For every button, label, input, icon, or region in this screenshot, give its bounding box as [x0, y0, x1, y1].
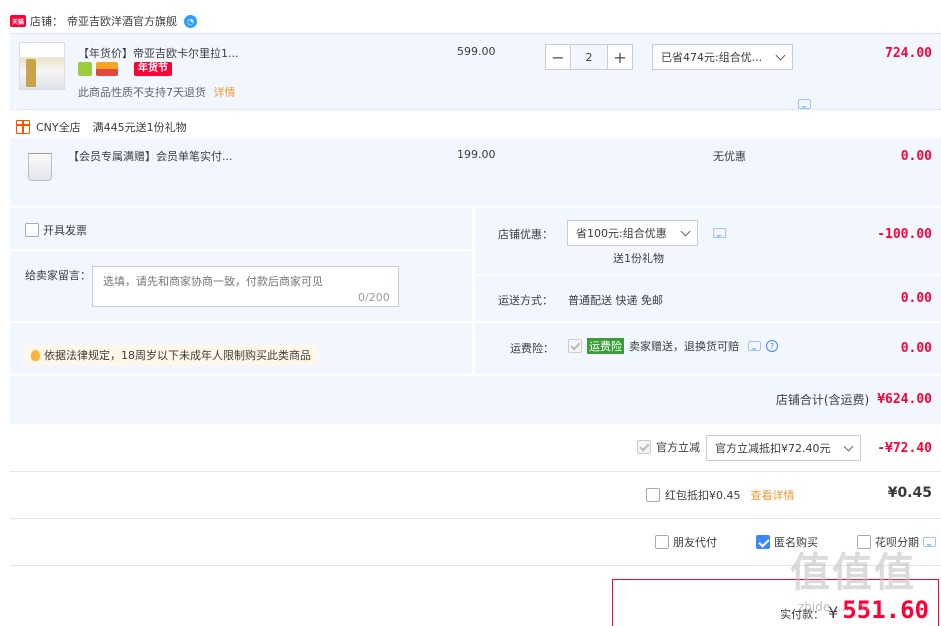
gift-section-header: CNY全店 满445元送1份礼物: [16, 119, 187, 135]
shop-discount-select[interactable]: 省100元:组合优惠: [567, 220, 698, 246]
gift-store-label: CNY全店: [36, 121, 81, 134]
anonymous-checkbox[interactable]: [756, 535, 770, 549]
official-discount-select[interactable]: 官方立减抵扣¥72.40元: [706, 435, 861, 461]
return-policy-note: 此商品性质不支持7天退货 详情: [78, 84, 236, 100]
shop-label: 店铺：: [30, 15, 63, 28]
friend-pay-checkbox[interactable]: [655, 535, 669, 549]
legal-notice: 依据法律规定，18周岁以下未成年人限制购买此类商品: [25, 345, 317, 365]
gift-promo-text: 无优惠: [713, 150, 746, 163]
official-discount-value: 官方立减抵扣¥72.40元: [715, 442, 831, 455]
message-input[interactable]: [92, 266, 399, 307]
red-packet-details-link[interactable]: 查看详情: [751, 487, 795, 503]
panel-divider: [475, 321, 941, 323]
shop-discount-value: 省100元:组合优惠: [576, 227, 667, 240]
decrease-button[interactable]: −: [545, 44, 571, 70]
freight-insurance-amount: 0.00: [900, 341, 932, 356]
chevron-down-icon: [843, 441, 854, 451]
friend-pay-label: 朋友代付: [673, 536, 717, 549]
quantity-stepper: − 2 +: [545, 44, 633, 70]
red-packet-option[interactable]: 红包抵扣¥0.45 查看详情: [646, 487, 795, 503]
shop-header: 天猫 店铺： 帝亚吉欧洋酒官方旗舰 ◔: [10, 10, 197, 32]
return-policy-text: 此商品性质不支持7天退货: [78, 86, 206, 99]
gift-title[interactable]: 【会员专属满赠】会员单笔实付...: [68, 148, 233, 164]
gift-promo-label: 满445元送1份礼物: [92, 121, 187, 134]
panel-divider: [10, 321, 472, 323]
message-counter: 0/200: [358, 291, 390, 304]
freight-insurance-tag: 运费险: [587, 338, 624, 354]
return-policy-link[interactable]: 详情: [214, 86, 236, 99]
product-title[interactable]: 【年货价】帝亚吉欧卡尔里拉1...: [78, 45, 239, 61]
shop-discount-amount: -100.00: [877, 227, 932, 242]
freight-chat-icon[interactable]: [748, 341, 761, 351]
shop-discount-gift: 送1份礼物: [613, 252, 664, 265]
watermark-sub: zhide.......m: [798, 600, 869, 614]
panel-divider: [10, 374, 941, 376]
gift-icon: [16, 120, 30, 134]
invoice-label: 开具发票: [43, 224, 87, 237]
official-discount-label: 官方立减: [656, 441, 700, 454]
product-badges: 年货节: [78, 62, 172, 76]
increase-button[interactable]: +: [607, 44, 633, 70]
chevron-down-icon: [680, 226, 691, 236]
divider: [10, 471, 941, 472]
credit-card-icon: [96, 62, 118, 76]
shop-total-amount: ¥624.00: [877, 392, 932, 407]
red-packet-label: 红包抵扣¥0.45: [665, 489, 741, 502]
discount-chat-icon[interactable]: [713, 228, 726, 238]
promo-chat-icon[interactable]: [798, 99, 811, 109]
item-subtotal: 724.00: [885, 46, 932, 61]
shop-total-label: 店铺合计(含运费): [775, 393, 870, 407]
official-discount-amount: -¥72.40: [877, 441, 932, 456]
gift-thumbnail[interactable]: [28, 153, 52, 181]
huabei-chat-icon[interactable]: [923, 537, 936, 547]
product-thumbnail[interactable]: [19, 42, 65, 90]
official-discount-option: 官方立减: [637, 439, 700, 455]
freight-insurance-option: 运费险 卖家赠送，退换货可赔 ?: [568, 338, 778, 354]
divider: [10, 109, 941, 110]
message-label: 给卖家留言：: [25, 269, 91, 282]
festival-tag: 年货节: [134, 62, 172, 76]
freight-insurance-checkbox: [568, 339, 582, 353]
promo-select[interactable]: 已省474元:组合优...: [652, 44, 793, 70]
invoice-checkbox[interactable]: [25, 223, 39, 237]
panel-divider: [472, 208, 475, 375]
legal-notice-text: 依据法律规定，18周岁以下未成年人限制购买此类商品: [44, 349, 311, 362]
freight-insurance-label: 运费险：: [510, 342, 554, 355]
panel-divider: [475, 274, 941, 276]
official-discount-checkbox: [637, 440, 651, 454]
unit-price: 599.00: [457, 45, 496, 58]
shipping-amount: 0.00: [900, 291, 932, 306]
wangwang-chat-icon[interactable]: ◔: [184, 14, 197, 28]
cart-item: 【年货价】帝亚吉欧卡尔里拉1... 年货节 此商品性质不支持7天退货 详情 59…: [10, 33, 941, 109]
red-packet-checkbox[interactable]: [646, 488, 660, 502]
friend-pay-option[interactable]: 朋友代付: [655, 534, 717, 550]
gift-subtotal: 0.00: [900, 149, 932, 164]
gift-item: 【会员专属满赠】会员单笔实付... 199.00 无优惠 0.00: [10, 138, 941, 206]
shop-discount-label: 店铺优惠：: [498, 228, 553, 241]
panel-divider: [10, 249, 472, 251]
shipping-label: 运送方式：: [498, 294, 553, 307]
red-packet-amount: ¥0.45: [887, 485, 932, 501]
watermark: 值值值: [790, 549, 916, 596]
shop-total: 店铺合计(含运费) ¥624.00: [776, 391, 932, 408]
guarantee-icon: [78, 62, 92, 76]
freight-insurance-text: 卖家赠送，退换货可赔: [629, 340, 739, 353]
shop-name[interactable]: 帝亚吉欧洋酒官方旗舰: [67, 13, 177, 29]
shipping-value: 普通配送 快递 免邮: [568, 294, 663, 307]
promo-select-value: 已省474元:组合优...: [661, 51, 763, 64]
divider: [10, 518, 941, 519]
invoice-option[interactable]: 开具发票: [25, 222, 87, 238]
quantity-value[interactable]: 2: [571, 44, 607, 70]
help-icon[interactable]: ?: [766, 340, 778, 352]
lightbulb-icon: [31, 349, 40, 361]
tmall-icon: 天猫: [10, 15, 26, 27]
gift-unit-price: 199.00: [457, 148, 496, 161]
chevron-down-icon: [775, 50, 786, 60]
